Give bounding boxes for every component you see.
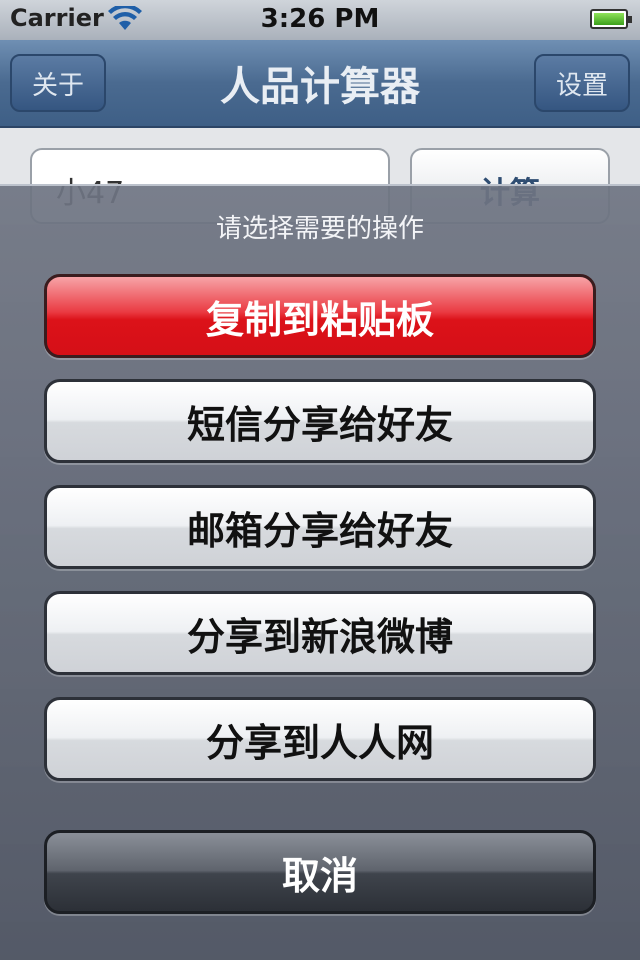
status-bar: Carrier 3:26 PM [0,0,640,40]
share-weibo-button[interactable]: 分享到新浪微博 [44,591,596,675]
share-email-button[interactable]: 邮箱分享给好友 [44,485,596,569]
battery-icon [590,9,632,29]
clock: 3:26 PM [260,4,380,34]
share-renren-button[interactable]: 分享到人人网 [44,697,596,781]
action-sheet-title: 请选择需要的操作 [215,214,424,244]
copy-to-clipboard-button[interactable]: 复制到粘贴板 [44,274,596,358]
share-sms-button[interactable]: 短信分享给好友 [44,379,596,463]
action-sheet: 请选择需要的操作 复制到粘贴板 短信分享给好友 邮箱分享给好友 分享到新浪微博 … [0,184,640,960]
settings-button[interactable]: 设置 [534,54,630,112]
cancel-button[interactable]: 取消 [44,830,596,914]
navigation-bar: 关于 人品计算器 设置 [0,40,640,128]
